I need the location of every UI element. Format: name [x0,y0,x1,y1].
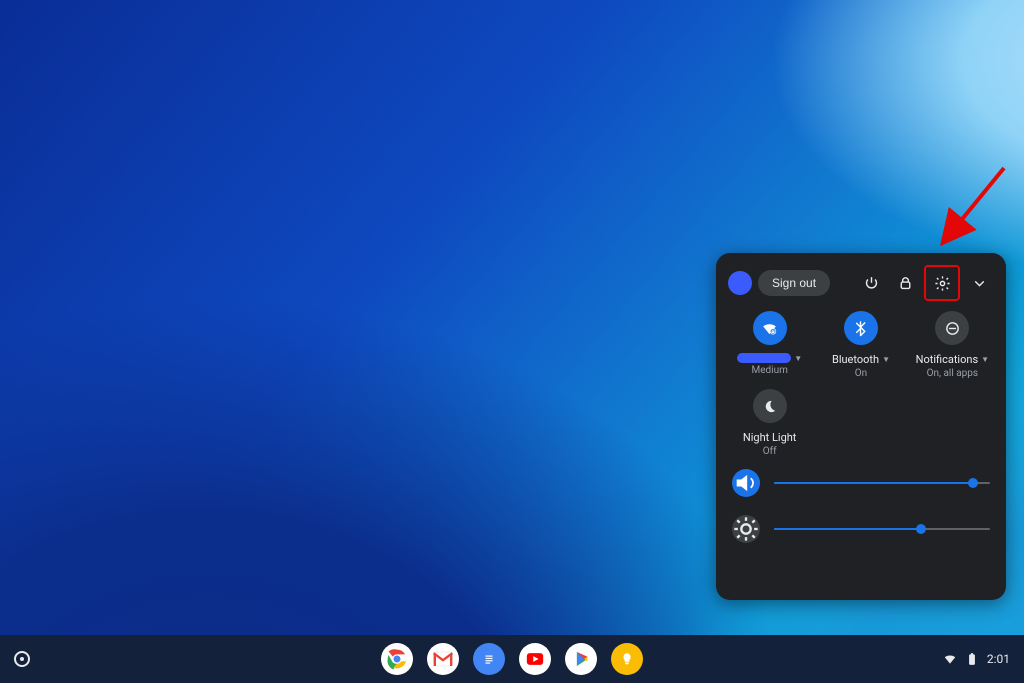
brightness-slider[interactable] [774,528,990,530]
volume-row [732,469,990,497]
app-gmail[interactable] [427,643,459,675]
notifications-sublabel: On, all apps [927,368,978,379]
annotation-arrow [930,162,1015,252]
wifi-status-icon [943,652,957,666]
chevron-down-icon: ▼ [981,355,989,364]
volume-icon [732,469,760,497]
tile-wifi: ▼ Medium [724,311,815,379]
tile-night-light: Night Light Off [724,389,815,457]
gmail-icon [429,645,457,673]
app-chrome[interactable] [381,643,413,675]
night-light-label-row[interactable]: Night Light [743,431,797,444]
bluetooth-toggle[interactable] [844,311,878,345]
wifi-label-row[interactable]: ▼ [737,353,802,363]
lightbulb-icon [613,645,641,673]
app-google-docs[interactable] [473,643,505,675]
chrome-icon [383,645,411,673]
avatar[interactable] [728,271,752,295]
panel-top-row: Sign out [716,265,1006,311]
gear-icon [934,275,951,292]
status-area[interactable]: 2:01 [943,652,1024,666]
bluetooth-label-row[interactable]: Bluetooth ▼ [832,353,890,366]
app-youtube[interactable] [519,643,551,675]
app-keep[interactable] [611,643,643,675]
power-icon [863,275,880,292]
settings-button[interactable] [927,268,957,298]
brightness-row [732,515,990,543]
chevron-down-icon [971,275,988,292]
lock-icon [897,275,914,292]
wifi-toggle[interactable] [753,311,787,345]
brightness-button[interactable] [732,515,760,543]
youtube-icon [521,645,549,673]
lock-button[interactable] [890,268,920,298]
notifications-label: Notifications [916,353,979,366]
shelf: 2:01 [0,635,1024,683]
notifications-toggle[interactable] [935,311,969,345]
chevron-down-icon: ▼ [794,354,802,363]
quick-settings-panel: Sign out [716,253,1006,600]
sign-out-button[interactable]: Sign out [758,270,830,296]
night-light-sublabel: Off [763,446,777,457]
bluetooth-icon [852,320,869,337]
wifi-sublabel: Medium [751,365,787,376]
battery-status-icon [965,652,979,666]
collapse-button[interactable] [964,268,994,298]
app-play-store[interactable] [565,643,597,675]
play-store-icon [567,645,595,673]
wifi-network-name-redacted [737,353,791,363]
do-not-disturb-icon [944,320,961,337]
bluetooth-sublabel: On [855,368,867,379]
tile-notifications: Notifications ▼ On, all apps [907,311,998,379]
bluetooth-label: Bluetooth [832,353,879,366]
volume-button[interactable] [732,469,760,497]
night-light-label: Night Light [743,431,797,444]
volume-slider[interactable] [774,482,990,484]
shelf-apps [381,643,643,675]
notifications-label-row[interactable]: Notifications ▼ [916,353,989,366]
chevron-down-icon: ▼ [882,355,890,364]
clock: 2:01 [987,652,1010,666]
power-button[interactable] [856,268,886,298]
docs-icon [475,645,503,673]
panel-top-icons [856,265,994,301]
settings-highlight-box [924,265,960,301]
night-light-toggle[interactable] [753,389,787,423]
launcher-button[interactable] [14,651,30,667]
tile-bluetooth: Bluetooth ▼ On [815,311,906,379]
sliders-section [716,457,1006,555]
night-light-icon [761,398,778,415]
desktop: Sign out [0,0,1024,683]
wifi-icon [761,320,778,337]
brightness-icon [732,515,760,543]
quick-settings-tiles: ▼ Medium Bluetooth ▼ On [716,311,1006,457]
